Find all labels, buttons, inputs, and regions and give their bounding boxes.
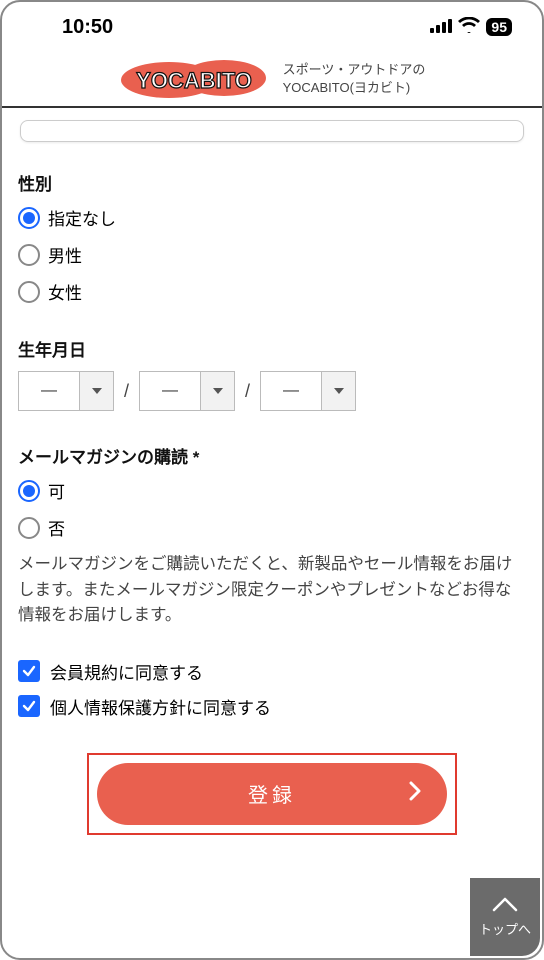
scroll-to-top-button[interactable]: トップへ bbox=[470, 878, 540, 956]
gender-label: 性別 bbox=[18, 170, 526, 195]
chevron-right-icon bbox=[409, 781, 421, 807]
logo[interactable]: YOCABITO bbox=[119, 58, 269, 100]
gender-option-none[interactable]: 指定なし bbox=[18, 205, 526, 230]
dob-year-value: — bbox=[18, 371, 80, 411]
svg-text:YOCABITO: YOCABITO bbox=[136, 68, 252, 93]
checkbox-checked-icon bbox=[18, 660, 40, 682]
agree-terms[interactable]: 会員規約に同意する bbox=[18, 659, 526, 684]
mailmag-option-label: 可 bbox=[48, 478, 65, 503]
mailmag-option-label: 否 bbox=[48, 515, 65, 540]
mailmag-label: メールマガジンの購読 * bbox=[18, 443, 526, 468]
tagline-line2: YOCABITO(ヨカビト) bbox=[283, 79, 426, 97]
dob-label: 生年月日 bbox=[18, 336, 526, 361]
status-bar: 10:50 95 bbox=[2, 2, 542, 52]
status-right: 95 bbox=[430, 16, 512, 39]
mailmag-note: メールマガジンをご購読いただくと、新製品やセール情報をお届けします。またメールマ… bbox=[18, 552, 526, 629]
register-button[interactable]: 登録 bbox=[97, 763, 447, 825]
tagline: スポーツ・アウトドアの YOCABITO(ヨカビト) bbox=[283, 61, 426, 97]
chevron-down-icon bbox=[201, 371, 235, 411]
chevron-down-icon bbox=[80, 371, 114, 411]
agree-terms-label: 会員規約に同意する bbox=[50, 659, 203, 684]
cellular-icon bbox=[430, 16, 452, 39]
gender-option-male[interactable]: 男性 bbox=[18, 242, 526, 267]
register-button-label: 登録 bbox=[248, 779, 296, 808]
dob-month-select[interactable]: — bbox=[139, 371, 235, 411]
dob-sep: / bbox=[245, 381, 250, 402]
status-time: 10:50 bbox=[62, 16, 113, 39]
gender-option-label: 男性 bbox=[48, 242, 82, 267]
dob-month-value: — bbox=[139, 371, 201, 411]
app-header: YOCABITO スポーツ・アウトドアの YOCABITO(ヨカビト) bbox=[2, 52, 542, 108]
battery-badge: 95 bbox=[486, 18, 512, 36]
radio-icon bbox=[18, 480, 40, 502]
device-frame: 10:50 95 YOCABITO スポーツ・アウトドアの YOCABITO(ヨ… bbox=[0, 0, 544, 960]
chevron-up-icon bbox=[492, 896, 518, 915]
dob-year-select[interactable]: — bbox=[18, 371, 114, 411]
submit-highlight-box: 登録 bbox=[87, 753, 457, 835]
radio-icon bbox=[18, 281, 40, 303]
radio-icon bbox=[18, 207, 40, 229]
dob-sep: / bbox=[124, 381, 129, 402]
gender-option-label: 女性 bbox=[48, 279, 82, 304]
wifi-icon bbox=[458, 16, 480, 39]
agree-privacy-label: 個人情報保護方針に同意する bbox=[50, 694, 271, 719]
gender-option-female[interactable]: 女性 bbox=[18, 279, 526, 304]
radio-icon bbox=[18, 244, 40, 266]
gender-option-label: 指定なし bbox=[48, 205, 116, 230]
previous-field-stub[interactable] bbox=[20, 120, 524, 142]
dob-row: — / — / — bbox=[18, 371, 526, 411]
mailmag-option-yes[interactable]: 可 bbox=[18, 478, 526, 503]
mailmag-option-no[interactable]: 否 bbox=[18, 515, 526, 540]
agree-privacy[interactable]: 個人情報保護方針に同意する bbox=[18, 694, 526, 719]
form-content: 性別 指定なし 男性 女性 生年月日 — / — bbox=[2, 108, 542, 835]
scroll-to-top-label: トップへ bbox=[479, 919, 531, 938]
checkbox-checked-icon bbox=[18, 695, 40, 717]
chevron-down-icon bbox=[322, 371, 356, 411]
dob-day-value: — bbox=[260, 371, 322, 411]
tagline-line1: スポーツ・アウトドアの bbox=[283, 61, 426, 79]
dob-day-select[interactable]: — bbox=[260, 371, 356, 411]
radio-icon bbox=[18, 517, 40, 539]
